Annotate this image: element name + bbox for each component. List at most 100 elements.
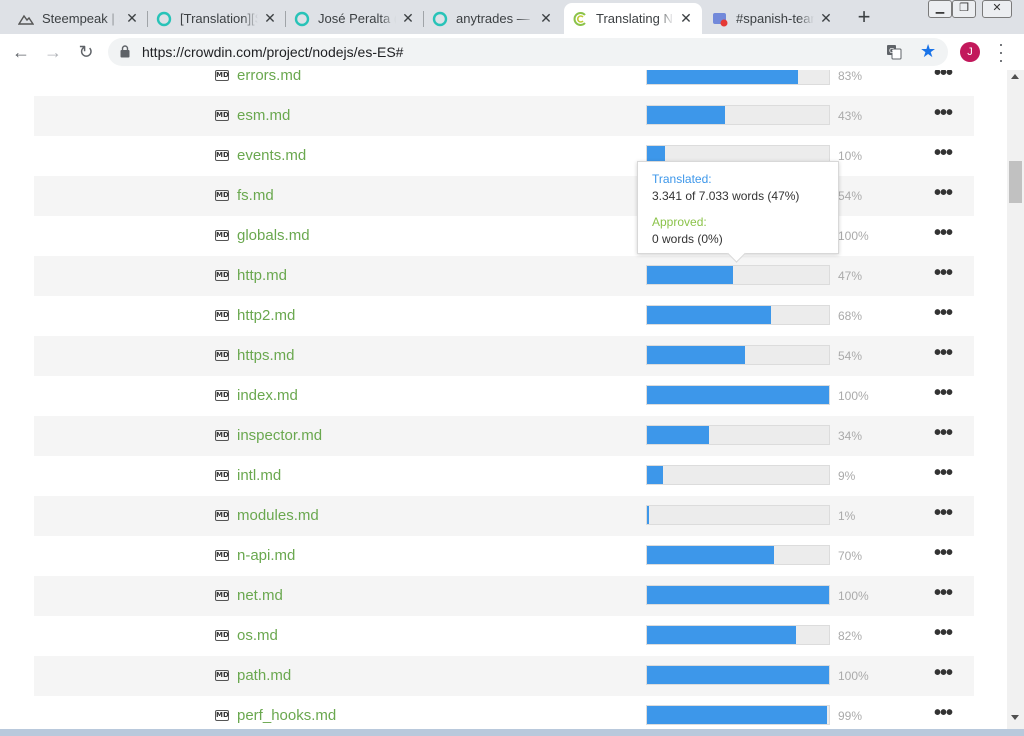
more-options-icon[interactable]: ••• — [934, 302, 953, 325]
window-close-button[interactable]: ✕ — [982, 0, 1012, 18]
progress-bar[interactable] — [646, 305, 830, 325]
table-row[interactable]: MD inspector.md 34% ••• — [34, 416, 974, 456]
file-name-link[interactable]: os.md — [237, 627, 278, 644]
more-options-icon[interactable]: ••• — [934, 462, 953, 485]
more-options-icon[interactable]: ••• — [934, 142, 953, 165]
tab-title: #spanish-tean — [736, 11, 814, 26]
scroll-up-arrow-icon[interactable] — [1011, 74, 1019, 79]
more-options-icon[interactable]: ••• — [934, 702, 953, 725]
more-options-icon[interactable]: ••• — [934, 542, 953, 565]
more-options-icon[interactable]: ••• — [934, 70, 953, 85]
reload-button[interactable]: ↻ — [75, 41, 97, 63]
progress-bar[interactable] — [646, 70, 830, 85]
markdown-file-icon: MD — [215, 510, 229, 521]
file-name-link[interactable]: index.md — [237, 387, 298, 404]
scroll-down-arrow-icon[interactable] — [1011, 715, 1019, 720]
more-options-icon[interactable]: ••• — [934, 182, 953, 205]
progress-bar[interactable] — [646, 425, 830, 445]
table-row[interactable]: MD http2.md 68% ••• — [34, 296, 974, 336]
back-button[interactable]: ← — [10, 41, 32, 63]
more-options-icon[interactable]: ••• — [934, 102, 953, 125]
close-icon[interactable]: ✕ — [262, 10, 278, 27]
table-row[interactable]: MD esm.md 43% ••• — [34, 96, 974, 136]
more-options-icon[interactable]: ••• — [934, 622, 953, 645]
file-name-link[interactable]: net.md — [237, 587, 283, 604]
progress-bar[interactable] — [646, 105, 830, 125]
tab-anytrades[interactable]: anytrades — S ✕ — [424, 3, 562, 34]
progress-bar-fill — [647, 426, 709, 444]
browser-menu-icon[interactable]: · · · — [996, 35, 1006, 69]
file-name-link[interactable]: events.md — [237, 147, 306, 164]
close-icon[interactable]: ✕ — [818, 10, 834, 27]
progress-bar[interactable] — [646, 345, 830, 365]
forward-button[interactable]: → — [42, 41, 64, 63]
progress-bar[interactable] — [646, 545, 830, 565]
restore-button[interactable]: ❐ — [952, 0, 976, 18]
table-row[interactable]: MD index.md 100% ••• — [34, 376, 974, 416]
progress-bar[interactable] — [646, 465, 830, 485]
scroll-thumb[interactable] — [1009, 161, 1022, 203]
progress-bar[interactable] — [646, 265, 830, 285]
progress-bar[interactable] — [646, 665, 830, 685]
table-row[interactable]: MD errors.md 83% ••• — [34, 70, 974, 96]
more-options-icon[interactable]: ••• — [934, 382, 953, 405]
progress-bar[interactable] — [646, 705, 830, 725]
table-row[interactable]: MD net.md 100% ••• — [34, 576, 974, 616]
close-icon[interactable]: ✕ — [400, 10, 416, 27]
more-options-icon[interactable]: ••• — [934, 342, 953, 365]
more-options-icon[interactable]: ••• — [934, 222, 953, 245]
file-name-link[interactable]: http.md — [237, 267, 287, 284]
progress-bar[interactable] — [646, 585, 830, 605]
progress-bar[interactable] — [646, 625, 830, 645]
progress-bar[interactable] — [646, 385, 830, 405]
file-name-link[interactable]: path.md — [237, 667, 291, 684]
tab-translating-nodejs[interactable]: Translating N ✕ — [564, 3, 702, 34]
tab-steempeak[interactable]: Steempeak | S ✕ — [10, 3, 148, 34]
address-bar[interactable]: https://crowdin.com/project/nodejs/es-ES… — [108, 38, 948, 66]
tab-translation[interactable]: [Translation][S ✕ — [148, 3, 286, 34]
more-options-icon[interactable]: ••• — [934, 662, 953, 685]
utopian-icon — [432, 11, 448, 27]
more-options-icon[interactable]: ••• — [934, 502, 953, 525]
file-name-link[interactable]: inspector.md — [237, 427, 322, 444]
close-icon[interactable]: ✕ — [124, 10, 140, 27]
more-options-icon[interactable]: ••• — [934, 262, 953, 285]
more-options-icon[interactable]: ••• — [934, 422, 953, 445]
file-name-link[interactable]: intl.md — [237, 467, 281, 484]
table-row[interactable]: MD modules.md 1% ••• — [34, 496, 974, 536]
table-row[interactable]: MD path.md 100% ••• — [34, 656, 974, 696]
markdown-file-icon: MD — [215, 70, 229, 81]
table-row[interactable]: MD os.md 82% ••• — [34, 616, 974, 656]
bookmark-star-icon[interactable]: ★ — [920, 41, 936, 62]
tab-jose-peralta[interactable]: José Peralta (C ✕ — [286, 3, 424, 34]
avatar[interactable]: J — [960, 42, 980, 62]
markdown-file-icon: MD — [215, 230, 229, 241]
file-name-link[interactable]: https.md — [237, 347, 295, 364]
progress-percent: 9% — [838, 469, 856, 483]
vertical-scrollbar[interactable] — [1007, 70, 1024, 736]
table-row[interactable]: MD http.md 47% ••• — [34, 256, 974, 296]
translate-icon[interactable]: G — [886, 44, 902, 65]
table-row[interactable]: MD intl.md 9% ••• — [34, 456, 974, 496]
markdown-file-icon: MD — [215, 150, 229, 161]
progress-bar[interactable] — [646, 505, 830, 525]
close-icon[interactable]: ✕ — [678, 10, 694, 27]
close-icon[interactable]: ✕ — [538, 10, 554, 27]
file-name-link[interactable]: esm.md — [237, 107, 290, 124]
file-name-link[interactable]: fs.md — [237, 187, 274, 204]
tab-spanish-team[interactable]: #spanish-tean ✕ — [704, 3, 842, 34]
file-name-link[interactable]: modules.md — [237, 507, 319, 524]
markdown-file-icon: MD — [215, 590, 229, 601]
file-name-link[interactable]: errors.md — [237, 70, 301, 84]
progress-percent: 1% — [838, 509, 856, 523]
file-name-link[interactable]: globals.md — [237, 227, 310, 244]
minimize-button[interactable]: ▁ — [928, 0, 952, 18]
table-row[interactable]: MD n-api.md 70% ••• — [34, 536, 974, 576]
file-name-link[interactable]: perf_hooks.md — [237, 707, 336, 724]
markdown-file-icon: MD — [215, 630, 229, 641]
file-name-link[interactable]: http2.md — [237, 307, 295, 324]
file-name-link[interactable]: n-api.md — [237, 547, 295, 564]
new-tab-button[interactable]: + — [852, 6, 876, 30]
more-options-icon[interactable]: ••• — [934, 582, 953, 605]
table-row[interactable]: MD https.md 54% ••• — [34, 336, 974, 376]
